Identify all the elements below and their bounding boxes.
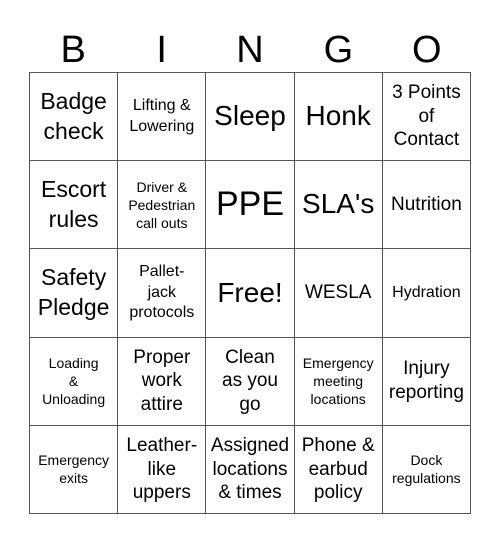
cell-label: Phone & earbud policy [301,434,375,504]
bingo-cell[interactable]: 3 Points of Contact [382,73,471,162]
cell-label: SLA's [302,188,375,220]
bingo-cell[interactable]: SLA's [294,161,383,250]
bingo-cell[interactable]: Proper work attire [118,337,207,426]
header-letter-i: I [156,29,167,71]
cell-label: Emergency exits [38,452,109,487]
header-letter-o: O [412,29,442,71]
bingo-header: B I N G O [29,28,471,72]
cell-label: Honk [305,100,371,132]
bingo-cell[interactable]: WESLA [294,249,383,338]
cell-label: Clean as you go [222,346,278,416]
cell-label: Lifting & Lowering [129,96,195,135]
bingo-cell[interactable]: Lifting & Lowering [118,73,207,162]
cell-label: Proper work attire [133,346,191,416]
cell-label: 3 Points of Contact [392,81,461,151]
header-letter-n: N [236,29,264,71]
bingo-cell[interactable]: Nutrition [382,161,471,250]
bingo-cell[interactable]: Dock regulations [382,425,471,514]
bingo-cell[interactable]: Driver & Pedestrian call outs [118,161,207,250]
bingo-cell[interactable]: Safety Pledge [30,249,119,338]
cell-label: Driver & Pedestrian call outs [128,178,196,231]
bingo-cell[interactable]: Emergency meeting locations [294,337,383,426]
bingo-cell[interactable]: Leather- like uppers [118,425,207,514]
bingo-cell[interactable]: Escort rules [30,161,119,250]
cell-label: Pallet- jack protocols [129,262,195,322]
cell-label: Nutrition [391,193,462,215]
bingo-cell[interactable]: Phone & earbud policy [294,425,383,514]
header-letter-g: G [323,29,354,71]
cell-label: PPE [215,185,285,224]
cell-label: Hydration [392,283,461,301]
cell-label: Escort rules [41,175,107,232]
cell-label: Safety Pledge [37,264,110,320]
header-letter-b: B [60,29,86,71]
cell-label: Emergency meeting locations [302,354,374,408]
bingo-cell[interactable]: Free! [206,249,295,338]
bingo-cell[interactable]: Clean as you go [206,337,295,426]
bingo-grid: Badge check Lifting & Lowering Sleep Honk 3 … [29,72,471,514]
bingo-cell[interactable]: Sleep [206,73,295,162]
cell-label: Sleep [214,100,286,132]
cell-label: Loading & Unloading [42,354,106,408]
bingo-cell[interactable]: Emergency exits [30,425,119,514]
cell-label: Badge check [40,87,107,144]
bingo-cell[interactable]: Hydration [382,249,471,338]
bingo-cell[interactable]: Pallet- jack protocols [118,249,207,338]
bingo-cell[interactable]: Assigned locations & times [206,425,295,514]
cell-label: Leather- like uppers [126,434,198,504]
bingo-cell[interactable]: Loading & Unloading [30,337,119,426]
cell-label: Assigned locations & times [210,434,290,504]
cell-label: Injury reporting [388,358,464,404]
bingo-cell[interactable]: Injury reporting [382,337,471,426]
cell-label: Dock regulations [392,452,461,487]
bingo-cell[interactable]: PPE [206,161,295,250]
bingo-cell[interactable]: Badge check [30,73,119,162]
cell-label: WESLA [304,282,372,304]
bingo-cell[interactable]: Honk [294,73,383,162]
cell-label: Free! [217,276,283,308]
